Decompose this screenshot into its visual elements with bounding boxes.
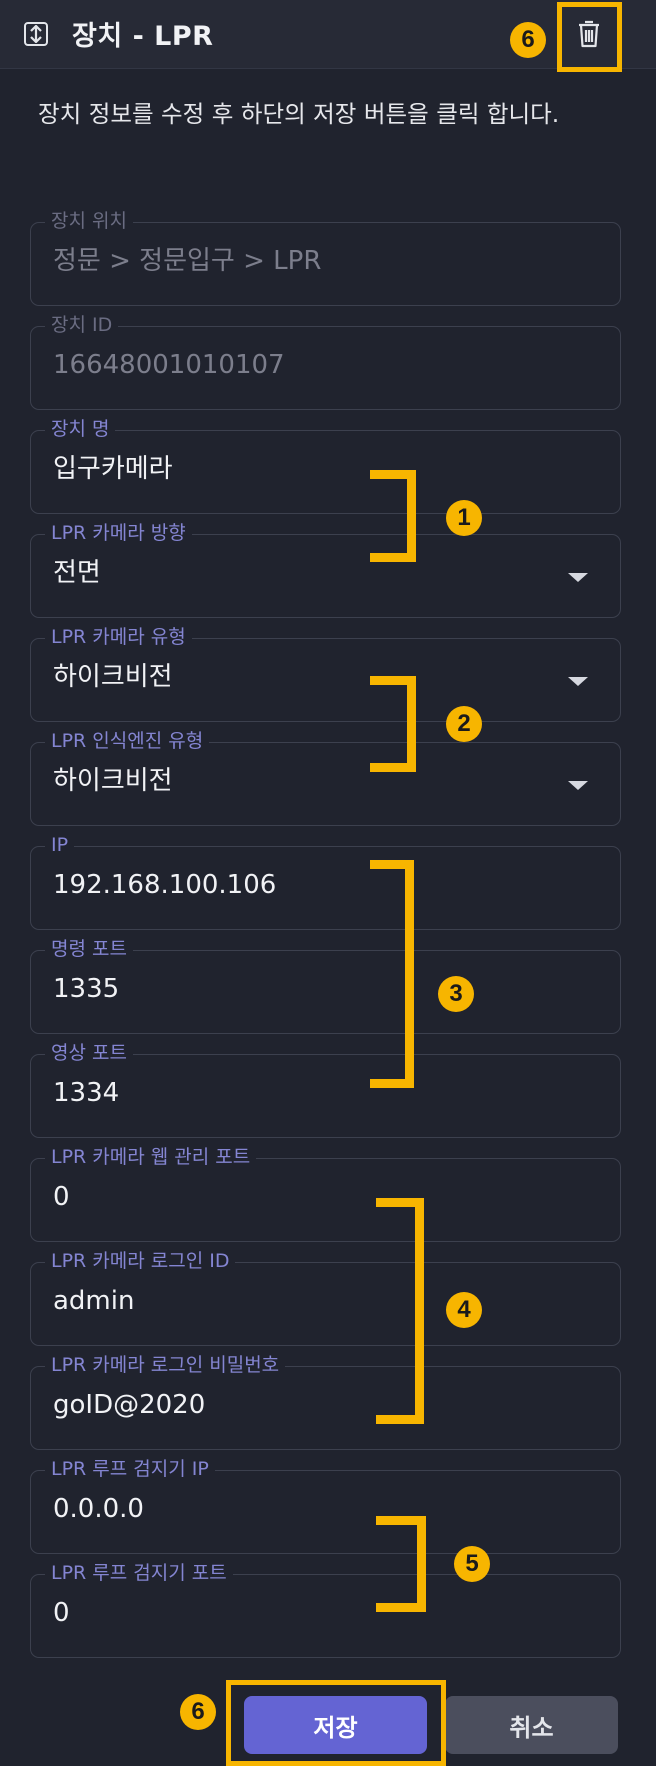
field-value: 192.168.100.106	[53, 870, 277, 900]
engine-type-select[interactable]: LPR 인식엔진 유형 하이크비전	[30, 729, 621, 826]
camera-type-select[interactable]: LPR 카메라 유형 하이크비전	[30, 625, 621, 722]
field-label: LPR 루프 검지기 IP	[45, 1457, 215, 1481]
annotation-bracket-4	[376, 1198, 424, 1424]
chevron-down-icon	[568, 677, 588, 686]
annotation-badge-6-top: 6	[510, 22, 546, 58]
field-device-id: 장치 ID 16648001010107	[30, 313, 621, 410]
field-label: 명령 포트	[45, 937, 133, 961]
field-label: 장치 명	[45, 417, 116, 441]
login-id-input[interactable]: LPR 카메라 로그인 ID admin	[30, 1249, 621, 1346]
field-label: LPR 카메라 로그인 비밀번호	[45, 1353, 286, 1377]
annotation-badge-5: 5	[454, 1546, 490, 1582]
field-value: 0	[53, 1598, 70, 1628]
annotation-bracket-5	[376, 1516, 426, 1612]
field-label: LPR 카메라 유형	[45, 625, 192, 649]
command-port-input[interactable]: 명령 포트 1335	[30, 937, 621, 1034]
chevron-down-icon	[568, 781, 588, 790]
field-label: LPR 카메라 방향	[45, 521, 192, 545]
loop-port-input[interactable]: LPR 루프 검지기 포트 0	[30, 1561, 621, 1658]
field-value: 입구카메라	[53, 454, 173, 484]
annotation-badge-1: 1	[446, 500, 482, 536]
panel-title: 장치 - LPR	[72, 21, 214, 52]
instruction-text: 장치 정보를 수정 후 하단의 저장 버튼을 클릭 합니다.	[38, 100, 560, 128]
annotation-highlight-save	[226, 1680, 446, 1766]
field-label: LPR 카메라 로그인 ID	[45, 1249, 236, 1273]
field-value: 전면	[53, 558, 101, 588]
field-value: 1335	[53, 974, 120, 1004]
field-label: LPR 루프 검지기 포트	[45, 1561, 233, 1585]
web-port-input[interactable]: LPR 카메라 웹 관리 포트 0	[30, 1145, 621, 1242]
annotation-bracket-2	[370, 676, 416, 772]
ip-input[interactable]: IP 192.168.100.106	[30, 833, 621, 930]
annotation-bracket-1	[370, 470, 416, 562]
field-location: 장치 위치 정문 > 정문입구 > LPR	[30, 209, 621, 306]
chevron-down-icon	[568, 573, 588, 582]
field-value: goID@2020	[53, 1390, 206, 1420]
annotation-badge-4: 4	[446, 1292, 482, 1328]
annotation-badge-3: 3	[438, 976, 474, 1012]
field-label: LPR 카메라 웹 관리 포트	[45, 1145, 257, 1169]
field-label: LPR 인식엔진 유형	[45, 729, 210, 753]
cancel-button[interactable]: 취소	[445, 1696, 618, 1754]
camera-direction-select[interactable]: LPR 카메라 방향 전면	[30, 521, 621, 618]
field-label: IP	[45, 833, 75, 857]
annotation-highlight-delete	[557, 2, 622, 72]
annotation-bracket-3	[370, 860, 414, 1088]
field-label: 장치 위치	[45, 209, 133, 233]
device-name-input[interactable]: 장치 명 입구카메라	[30, 417, 621, 514]
annotation-badge-2: 2	[446, 706, 482, 742]
field-value: admin	[53, 1286, 135, 1316]
field-label: 장치 ID	[45, 313, 119, 337]
field-value: 1334	[53, 1078, 120, 1108]
field-value: 0.0.0.0	[53, 1494, 144, 1524]
expand-collapse-icon[interactable]	[24, 22, 48, 46]
field-value: 하이크비전	[53, 766, 173, 796]
device-edit-panel: 장치 - LPR 6 장치 정보를 수정 후 하단의 저장 버튼을 클릭 합니다…	[0, 0, 656, 1766]
login-password-input[interactable]: LPR 카메라 로그인 비밀번호 goID@2020	[30, 1353, 621, 1450]
field-value: 하이크비전	[53, 662, 173, 692]
field-value: 정문 > 정문입구 > LPR	[53, 246, 322, 276]
field-label: 영상 포트	[45, 1041, 133, 1065]
video-port-input[interactable]: 영상 포트 1334	[30, 1041, 621, 1138]
annotation-badge-6-bottom: 6	[180, 1694, 216, 1730]
loop-ip-input[interactable]: LPR 루프 검지기 IP 0.0.0.0	[30, 1457, 621, 1554]
field-value: 16648001010107	[53, 350, 285, 380]
field-value: 0	[53, 1182, 70, 1212]
